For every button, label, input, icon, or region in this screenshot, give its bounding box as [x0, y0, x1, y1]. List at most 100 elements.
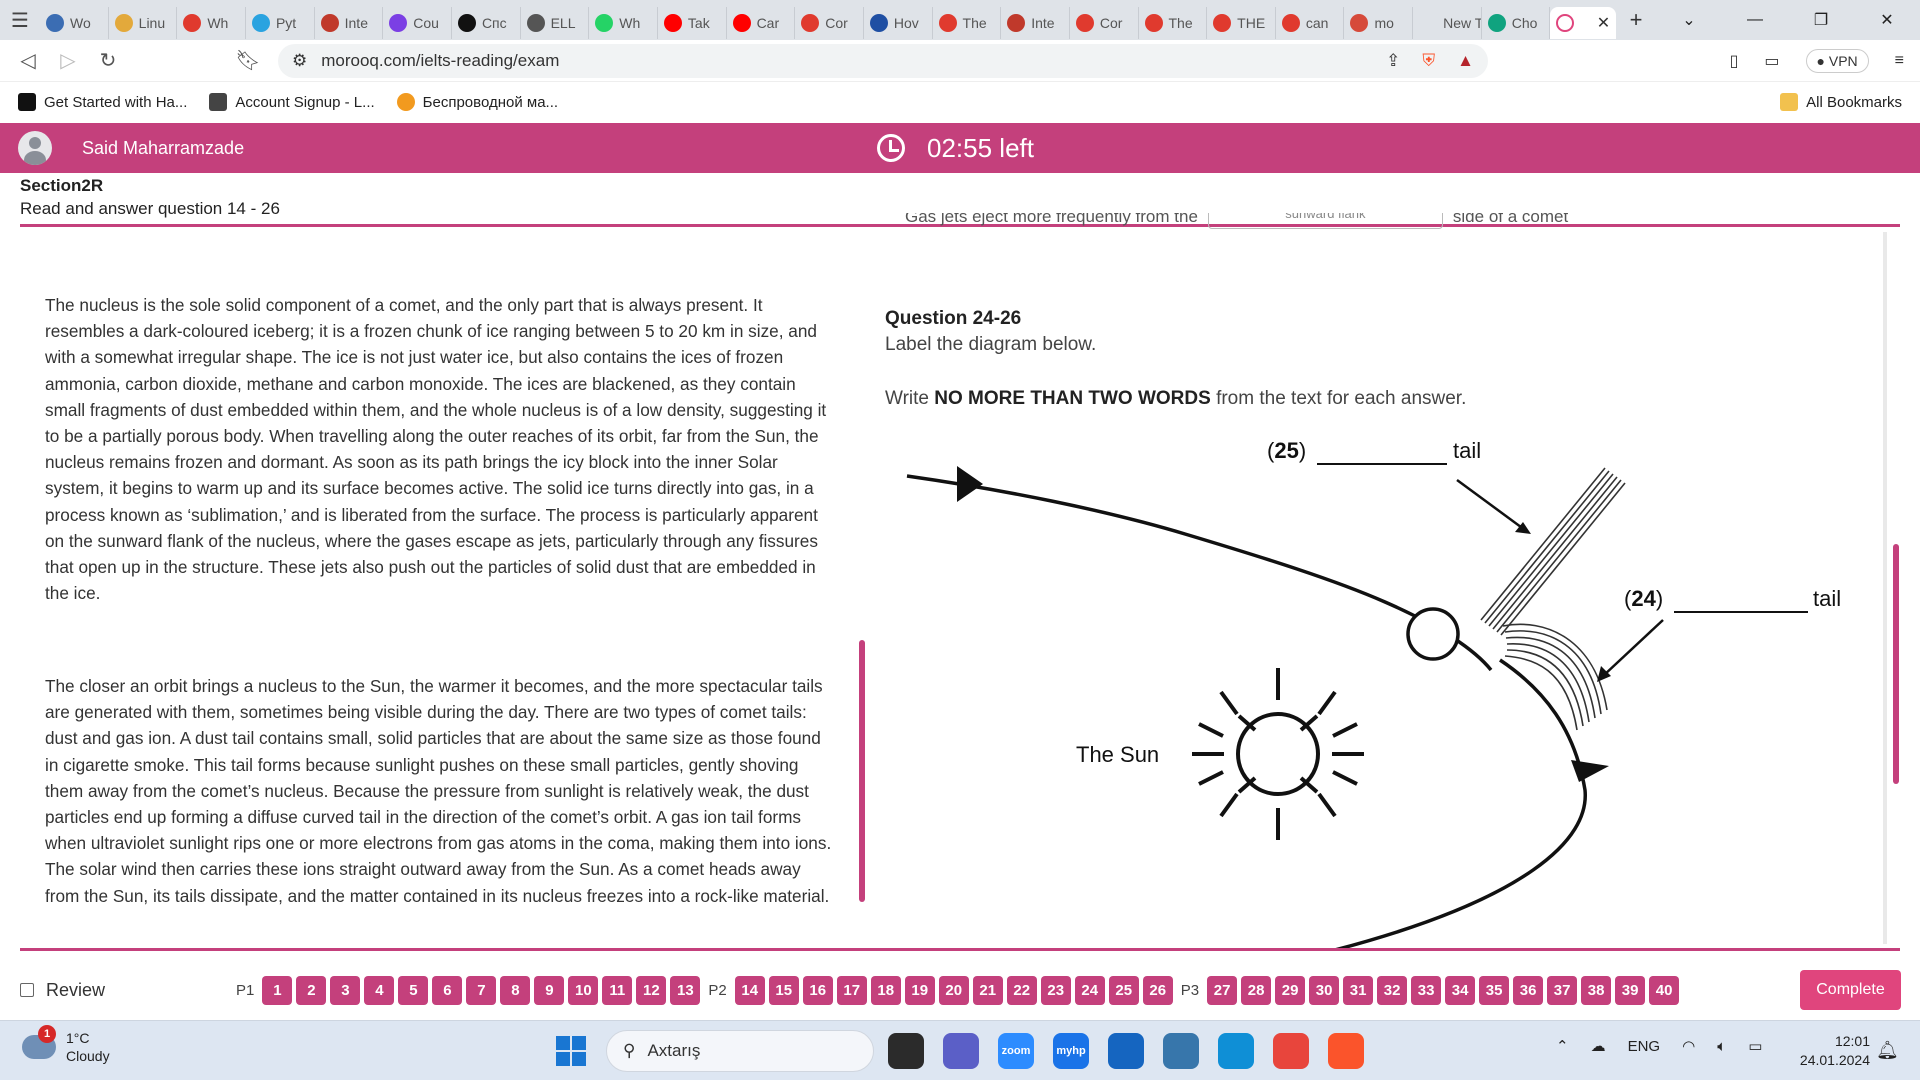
question-number-button[interactable]: 17	[836, 976, 867, 1005]
browser-tab[interactable]: The	[933, 7, 1002, 39]
edge-icon[interactable]	[1218, 1033, 1254, 1069]
question-number-button[interactable]: 6	[432, 976, 463, 1005]
question-number-button[interactable]: 8	[500, 976, 531, 1005]
maximize-button[interactable]: ❐	[1788, 0, 1854, 40]
question-number-button[interactable]: 10	[568, 976, 599, 1005]
bookmark-item[interactable]: Беспроводной ма...	[396, 93, 558, 111]
onedrive-icon[interactable]: ☁︎	[1591, 1037, 1606, 1055]
tab-search-icon[interactable]: ☰	[0, 0, 40, 40]
browser-tab[interactable]: Linu	[109, 7, 178, 39]
chevron-up-icon[interactable]: ⌃	[1556, 1037, 1569, 1055]
question-number-button[interactable]: 30	[1309, 976, 1340, 1005]
browser-tab[interactable]: Wh	[589, 7, 658, 39]
taskbar-search[interactable]: ⚲ Axtarış	[606, 1030, 874, 1072]
complete-button[interactable]: Complete	[1800, 970, 1901, 1010]
browser-tab[interactable]: ELL	[521, 7, 590, 39]
answer-input[interactable]: sunward flank	[1207, 213, 1443, 229]
browser-tab[interactable]: Car	[727, 7, 796, 39]
question-number-button[interactable]: 34	[1445, 976, 1476, 1005]
brave-rewards-icon[interactable]: ▲	[1457, 51, 1474, 71]
browser-tab[interactable]: The	[1139, 7, 1208, 39]
question-number-button[interactable]: 14	[734, 976, 765, 1005]
notification-bell-icon[interactable]: 🔔︎	[1876, 1040, 1899, 1061]
review-toggle[interactable]: Review	[20, 980, 105, 1001]
question-number-button[interactable]: 32	[1377, 976, 1408, 1005]
question-number-button[interactable]: 25	[1108, 976, 1139, 1005]
question-number-button[interactable]: 20	[938, 976, 969, 1005]
question-number-button[interactable]: 27	[1207, 976, 1238, 1005]
question-number-button[interactable]: 26	[1142, 976, 1173, 1005]
browser-tab[interactable]: Спс	[452, 7, 521, 39]
address-bar[interactable]: ⚙︎ morooq.com/ielts-reading/exam ⇪ ⛨ ▲	[278, 43, 1488, 78]
question-number-button[interactable]: 3	[330, 976, 361, 1005]
forward-icon[interactable]: ▷	[48, 41, 88, 81]
question-number-button[interactable]: 12	[636, 976, 667, 1005]
language-indicator[interactable]: ENG	[1628, 1038, 1661, 1055]
question-number-button[interactable]: 28	[1241, 976, 1272, 1005]
browser-tab-active[interactable]: ✕	[1550, 7, 1616, 39]
browser-tab[interactable]: Wh	[177, 7, 246, 39]
question-number-button[interactable]: 9	[534, 976, 565, 1005]
browser-tab[interactable]: Cor	[795, 7, 864, 39]
sidebar-icon[interactable]: ▯	[1730, 51, 1739, 71]
wifi-icon[interactable]: ◠	[1682, 1037, 1695, 1055]
browser-tab[interactable]: Cho	[1482, 7, 1551, 39]
question-number-button[interactable]: 16	[802, 976, 833, 1005]
browser-tab[interactable]: mo	[1344, 7, 1414, 39]
wallet-icon[interactable]: ▭	[1764, 51, 1779, 71]
browser-tab[interactable]: New Tab	[1413, 7, 1482, 39]
taskbar-clock[interactable]: 12:01 24.01.2024	[1790, 1032, 1870, 1070]
question-number-button[interactable]: 11	[602, 976, 633, 1005]
question-number-button[interactable]: 15	[768, 976, 799, 1005]
question-number-button[interactable]: 23	[1040, 976, 1071, 1005]
browser-tab[interactable]: Cor	[1070, 7, 1139, 39]
browser-tab[interactable]: Wo	[40, 7, 109, 39]
back-icon[interactable]: ◁	[8, 41, 48, 81]
question-number-button[interactable]: 37	[1547, 976, 1578, 1005]
question-number-button[interactable]: 19	[904, 976, 935, 1005]
review-checkbox[interactable]	[20, 983, 34, 997]
tab-dropdown-icon[interactable]: ⌄	[1656, 0, 1722, 40]
question-number-button[interactable]: 33	[1411, 976, 1442, 1005]
all-bookmarks-button[interactable]: All Bookmarks	[1780, 93, 1902, 111]
brave-icon[interactable]	[1328, 1033, 1364, 1069]
bookmark-page-icon[interactable]: 🔖︎	[228, 41, 268, 81]
site-info-icon[interactable]: ⚙︎	[292, 51, 307, 71]
vpn-button[interactable]: ● VPN	[1805, 48, 1869, 73]
question-number-button[interactable]: 39	[1615, 976, 1646, 1005]
close-tab-icon[interactable]: ✕	[1597, 13, 1610, 33]
browser-tab[interactable]: Tak	[658, 7, 727, 39]
new-tab-button[interactable]: +	[1616, 7, 1656, 33]
browser-tab[interactable]: can	[1276, 7, 1345, 39]
minimize-button[interactable]: —	[1722, 0, 1788, 40]
store-icon[interactable]	[1108, 1033, 1144, 1069]
question-number-button[interactable]: 29	[1275, 976, 1306, 1005]
question-number-button[interactable]: 35	[1479, 976, 1510, 1005]
question-number-button[interactable]: 13	[670, 976, 701, 1005]
question-number-button[interactable]: 40	[1649, 976, 1680, 1005]
bookmark-item[interactable]: Get Started with Ha...	[18, 93, 187, 111]
question-number-button[interactable]: 5	[398, 976, 429, 1005]
question-number-button[interactable]: 1	[262, 976, 293, 1005]
pane-resize-handle[interactable]	[859, 640, 865, 902]
browser-tab[interactable]: Inte	[1001, 7, 1070, 39]
question-number-button[interactable]: 31	[1343, 976, 1374, 1005]
question-number-button[interactable]: 36	[1513, 976, 1544, 1005]
question-number-button[interactable]: 2	[296, 976, 327, 1005]
teams-icon[interactable]	[943, 1033, 979, 1069]
bookmark-item[interactable]: Account Signup - L...	[209, 93, 375, 111]
file-explorer-icon[interactable]	[888, 1033, 924, 1069]
start-button[interactable]	[556, 1036, 586, 1066]
browser-tab[interactable]: Cou	[383, 7, 452, 39]
battery-icon[interactable]: ▭	[1748, 1037, 1762, 1055]
myhp-icon[interactable]: myhp	[1053, 1033, 1089, 1069]
volume-icon[interactable]: 🔈︎	[1717, 1038, 1726, 1055]
python-icon[interactable]	[1163, 1033, 1199, 1069]
scrollbar-thumb[interactable]	[1893, 544, 1899, 784]
browser-tab[interactable]: Hov	[864, 7, 933, 39]
reload-icon[interactable]: ↻	[88, 41, 128, 81]
zoom-icon[interactable]: zoom	[998, 1033, 1034, 1069]
browser-tab[interactable]: Inte	[315, 7, 384, 39]
weather-widget[interactable]: 1 1°C Cloudy	[22, 1025, 110, 1065]
question-number-button[interactable]: 38	[1581, 976, 1612, 1005]
